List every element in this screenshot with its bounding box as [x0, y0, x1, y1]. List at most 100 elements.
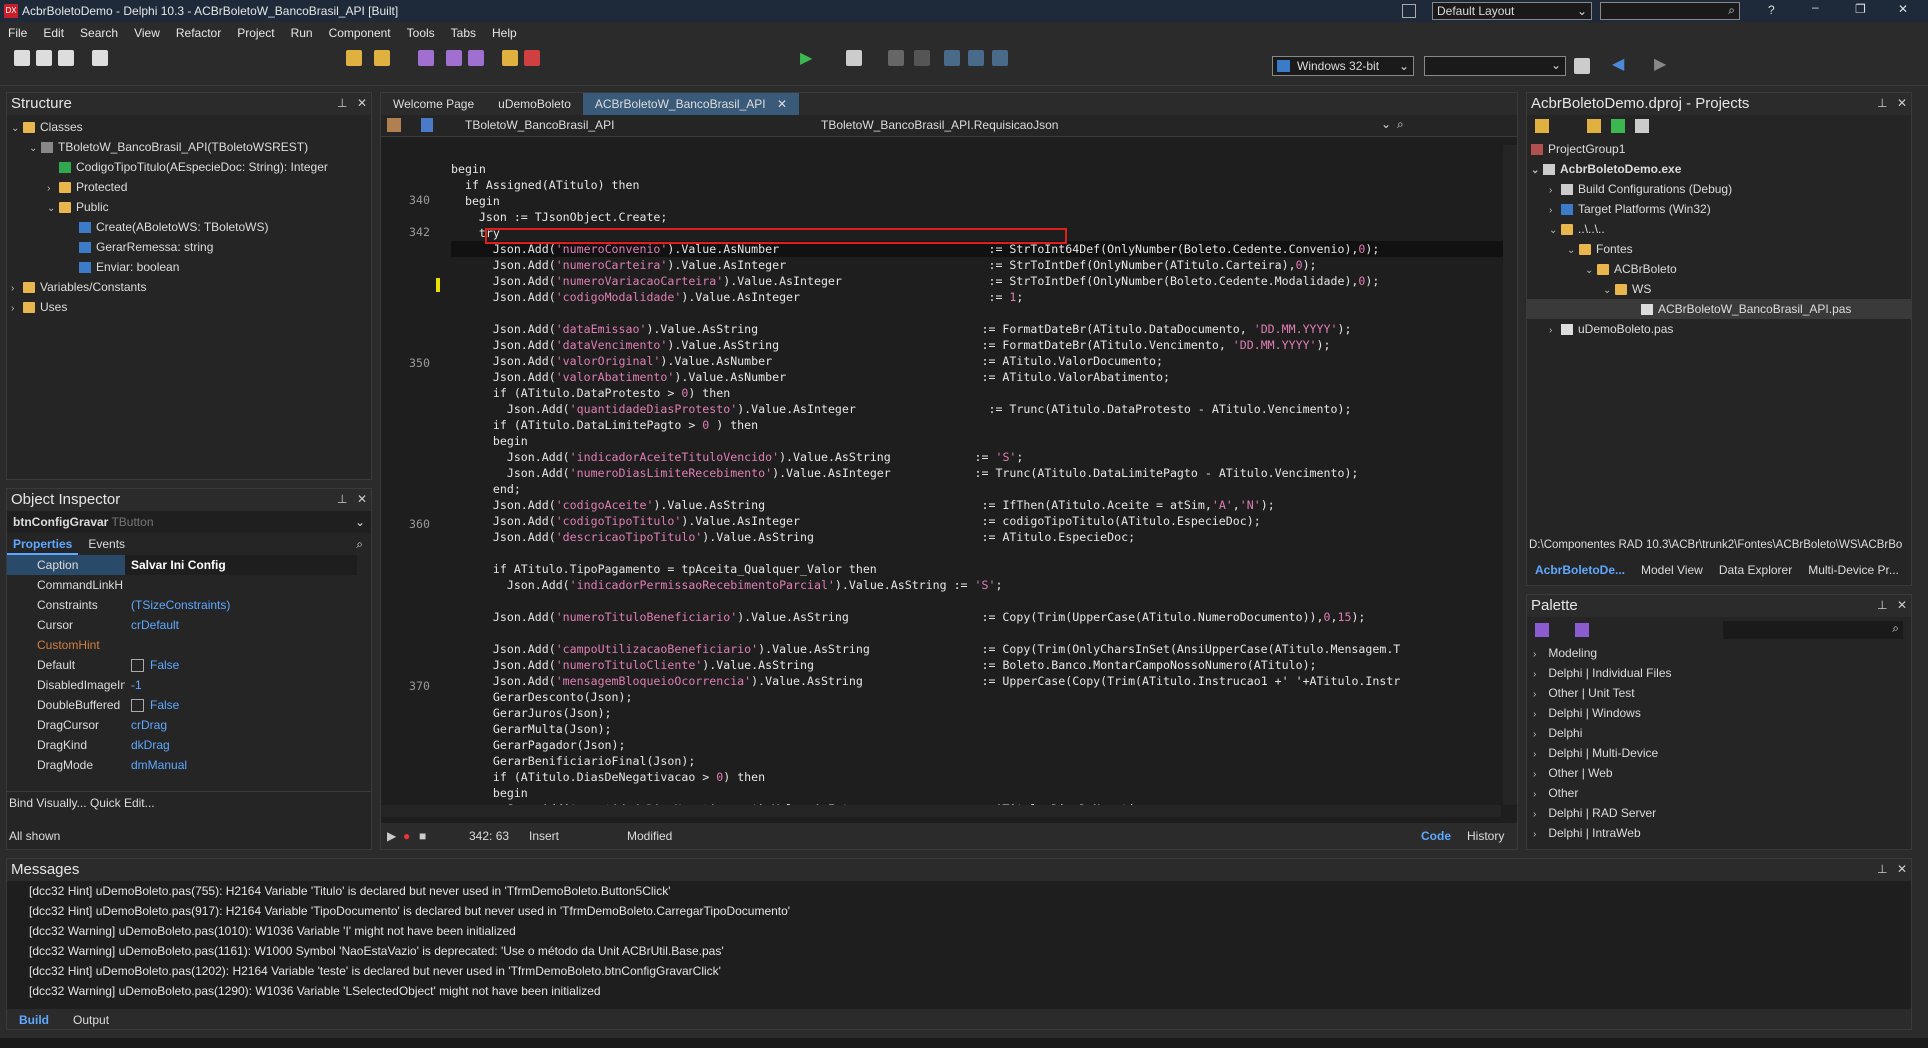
search-icon[interactable]: ⌕ [1397, 117, 1404, 132]
bind-visually-link[interactable]: Bind Visually... [9, 796, 87, 810]
stop-macro-icon[interactable]: ■ [419, 823, 426, 849]
property-row[interactable]: DoubleBuffered False [7, 695, 357, 715]
chevron-down-icon[interactable]: ⌄ [1381, 117, 1391, 131]
menu-item[interactable]: Component [329, 26, 391, 40]
messages-tab[interactable]: Output [61, 1009, 121, 1031]
messages-tab[interactable]: Build [7, 1009, 61, 1031]
view-unit-icon[interactable] [446, 50, 462, 66]
editor-tab[interactable]: ACBrBoletoW_BancoBrasil_API ✕ [582, 93, 800, 115]
save-project-icon[interactable] [418, 50, 434, 66]
projects-tab[interactable]: AcbrBoletoDe... [1527, 559, 1633, 581]
method-combo[interactable]: TBoletoW_BancoBrasil_API.RequisicaoJson [821, 118, 1058, 132]
run-without-debug-icon[interactable] [846, 50, 862, 66]
property-row[interactable]: DisabledImageIn -1 [7, 675, 357, 695]
add-icon[interactable] [1587, 119, 1601, 133]
tree-item[interactable]: ⌄ Public [7, 197, 371, 217]
property-row[interactable]: Default False [7, 655, 357, 675]
palette-category[interactable]: › Delphi | IntraWeb [1527, 823, 1911, 843]
palette-icon[interactable] [1575, 623, 1589, 637]
message-line[interactable]: [dcc32 Hint] uDemoBoleto.pas(1202): H216… [29, 961, 1911, 981]
property-row[interactable]: CommandLinkH [7, 575, 357, 595]
property-row[interactable]: DragCursor crDrag [7, 715, 357, 735]
tab-properties[interactable]: Properties [7, 533, 79, 555]
code-area[interactable]: begin if Assigned(ATitulo) then begin Js… [451, 145, 1503, 805]
new-item-icon[interactable] [346, 50, 362, 66]
tree-item[interactable]: ⌄ AcbrBoletoDemo.exe [1527, 159, 1911, 179]
tab-code[interactable]: Code [1421, 823, 1451, 849]
categories-icon[interactable] [1535, 623, 1549, 637]
pin-icon[interactable]: ⊥ [337, 492, 347, 506]
editor-tab[interactable]: uDemoBoleto [486, 93, 583, 115]
view-form-icon[interactable] [468, 50, 484, 66]
menu-item[interactable]: Tabs [451, 26, 476, 40]
tree-item[interactable]: › Uses [7, 297, 371, 317]
tree-item[interactable]: ⌄ Classes [7, 117, 371, 137]
sync-icon[interactable] [1535, 119, 1549, 133]
config-select[interactable]: ⌄ [1424, 56, 1566, 76]
device-icon[interactable] [1574, 58, 1590, 74]
component-select[interactable]: btnConfigGravar TButton ⌄ [7, 511, 371, 533]
layout-select[interactable]: Default Layout ⌄ [1432, 2, 1592, 20]
palette-category[interactable]: › Delphi [1527, 723, 1911, 743]
remove-file-icon[interactable] [524, 50, 540, 66]
menu-item[interactable]: File [8, 26, 27, 40]
property-row[interactable]: CustomHint [7, 635, 357, 655]
vertical-scrollbar[interactable] [1503, 145, 1517, 805]
editor-tab[interactable]: Welcome Page [381, 93, 486, 115]
pin-icon[interactable]: ⊥ [337, 96, 347, 110]
run-to-cursor-icon[interactable] [992, 50, 1008, 66]
close-icon[interactable]: ✕ [1897, 862, 1907, 876]
tab-events[interactable]: Events [78, 533, 135, 555]
tree-item[interactable]: ⌄ TBoletoW_BancoBrasil_API(TBoletoWSREST) [7, 137, 371, 157]
palette-search-input[interactable]: ⌕ [1723, 621, 1903, 639]
help-icon[interactable]: ? [1768, 3, 1775, 17]
pin-icon[interactable]: ⊥ [1877, 598, 1887, 612]
menu-item[interactable]: Help [492, 26, 517, 40]
message-line[interactable]: [dcc32 Hint] uDemoBoleto.pas(917): H2164… [29, 901, 1911, 921]
trace-into-icon[interactable] [968, 50, 984, 66]
projects-tab[interactable]: Data Explorer [1711, 559, 1800, 581]
reopen-icon[interactable] [92, 50, 108, 66]
palette-category[interactable]: › Delphi | Individual Files [1527, 663, 1911, 683]
close-icon[interactable]: ✕ [357, 492, 367, 506]
menu-item[interactable]: Refactor [176, 26, 221, 40]
tab-history[interactable]: History [1467, 823, 1504, 849]
property-row[interactable]: Caption Salvar Ini Config [7, 555, 357, 575]
forward-icon[interactable]: ▶ [1654, 54, 1666, 74]
step-over-icon[interactable] [944, 50, 960, 66]
palette-category[interactable]: › Other [1527, 783, 1911, 803]
menu-item[interactable]: Run [291, 26, 313, 40]
tree-item[interactable]: Create(ABoletoWS: TBoletoWS) [7, 217, 371, 237]
platform-select[interactable]: Windows 32-bit ⌄ [1272, 56, 1414, 76]
refresh-icon[interactable] [1611, 119, 1625, 133]
record-macro-icon[interactable]: ● [403, 823, 410, 849]
property-row[interactable]: Constraints (TSizeConstraints) [7, 595, 357, 615]
close-icon[interactable]: ✕ [357, 96, 367, 110]
pin-icon[interactable]: ⊥ [1877, 96, 1887, 110]
run-icon[interactable]: ▶ [800, 48, 812, 68]
property-row[interactable]: DragKind dkDrag [7, 735, 357, 755]
palette-category[interactable]: › Delphi | Multi-Device [1527, 743, 1911, 763]
quick-edit-link[interactable]: Quick Edit... [90, 796, 155, 810]
open-project-icon[interactable] [374, 50, 390, 66]
property-row[interactable]: Cursor crDefault [7, 615, 357, 635]
desktop-layout-icon[interactable] [1402, 4, 1416, 18]
message-line[interactable]: [dcc32 Hint] uDemoBoleto.pas(755): H2164… [29, 881, 1911, 901]
maximize-button[interactable]: ❐ [1855, 2, 1866, 16]
menu-item[interactable]: Tools [407, 26, 435, 40]
close-icon[interactable]: ✕ [1897, 598, 1907, 612]
add-file-icon[interactable] [502, 50, 518, 66]
back-icon[interactable]: ◀ [1612, 54, 1624, 74]
save-all-icon[interactable] [58, 50, 74, 66]
tree-item[interactable]: ⌄ WS [1527, 279, 1911, 299]
class-combo[interactable]: TBoletoW_BancoBrasil_API [465, 118, 614, 132]
tree-item[interactable]: ⌄ Fontes [1527, 239, 1911, 259]
close-window-button[interactable]: ✕ [1898, 2, 1908, 16]
message-line[interactable]: [dcc32 Warning] uDemoBoleto.pas(1290): W… [29, 981, 1911, 1001]
message-line[interactable]: [dcc32 Warning] uDemoBoleto.pas(1161): W… [29, 941, 1911, 961]
open-icon[interactable] [36, 50, 52, 66]
tree-item[interactable]: › Protected [7, 177, 371, 197]
message-line[interactable]: [dcc32 Warning] uDemoBoleto.pas(1010): W… [29, 921, 1911, 941]
tree-item[interactable]: CodigoTipoTitulo(AEspecieDoc: String): I… [7, 157, 371, 177]
palette-category[interactable]: › Other | Web [1527, 763, 1911, 783]
